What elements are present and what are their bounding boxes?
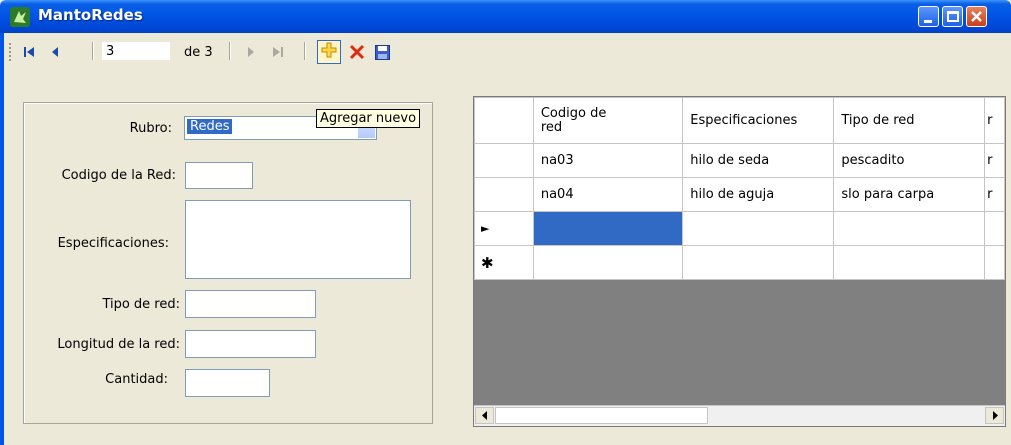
grid-corner-header[interactable] — [474, 97, 534, 144]
longitud-label: Longitud de la red: — [57, 337, 180, 352]
especificaciones-label: Especificaciones: — [57, 236, 169, 251]
especificaciones-field[interactable] — [185, 200, 411, 279]
scroll-thumb[interactable] — [495, 407, 708, 424]
toolbar-separator — [304, 42, 306, 60]
table-cell[interactable] — [984, 245, 1005, 280]
table-row[interactable]: na03 hilo de seda pescadito r — [474, 143, 1005, 178]
scroll-right-icon[interactable] — [985, 407, 1004, 424]
data-grid[interactable]: Codigo de red Especificaciones Tipo de r… — [473, 96, 1006, 427]
cantidad-field[interactable] — [185, 369, 270, 397]
window-frame — [0, 33, 4, 445]
rubro-label: Rubro: — [129, 121, 172, 136]
table-cell[interactable] — [682, 245, 835, 280]
toolbar-separator — [229, 42, 231, 60]
scroll-left-icon[interactable] — [475, 407, 494, 424]
table-cell[interactable]: slo para carpa — [833, 177, 986, 212]
codigo-field[interactable] — [185, 162, 253, 189]
rubro-selected-value: Redes — [187, 119, 233, 134]
delete-icon[interactable] — [345, 41, 369, 63]
column-header-especificaciones[interactable]: Especificaciones — [682, 97, 835, 144]
table-cell[interactable]: hilo de seda — [682, 143, 835, 178]
table-cell[interactable] — [833, 211, 986, 246]
toolbar-grip[interactable] — [9, 43, 11, 61]
column-header-partial[interactable]: r — [984, 97, 1005, 144]
tipo-field[interactable] — [185, 290, 316, 318]
horizontal-scrollbar[interactable] — [474, 405, 1005, 426]
save-icon[interactable] — [370, 41, 394, 63]
binding-navigator: de 3 — [4, 33, 1011, 69]
toolbar-separator — [92, 42, 94, 60]
cantidad-label: Cantidad: — [105, 372, 168, 387]
codigo-label: Codigo de la Red: — [61, 168, 176, 183]
grid-table: Codigo de red Especificaciones Tipo de r… — [474, 97, 1005, 280]
move-first-icon[interactable] — [18, 41, 40, 63]
current-row[interactable]: ► — [474, 211, 1005, 246]
tipo-label: Tipo de red: — [102, 297, 180, 312]
maximize-icon[interactable] — [942, 6, 963, 27]
table-cell[interactable] — [682, 211, 835, 246]
table-cell[interactable]: pescadito — [833, 143, 986, 178]
table-cell[interactable] — [833, 245, 986, 280]
table-cell[interactable]: r — [984, 177, 1005, 212]
column-header-tipo[interactable]: Tipo de red — [833, 97, 986, 144]
table-row[interactable]: na04 hilo de aguja slo para carpa r — [474, 177, 1005, 212]
app-icon[interactable] — [10, 7, 30, 27]
longitud-field[interactable] — [185, 330, 316, 358]
position-input[interactable] — [102, 42, 170, 60]
count-label: de 3 — [184, 45, 213, 60]
table-cell[interactable] — [532, 245, 684, 280]
add-new-button[interactable] — [317, 40, 341, 64]
move-last-icon[interactable] — [267, 41, 289, 63]
add-new-icon — [321, 42, 337, 62]
table-cell[interactable]: na03 — [532, 143, 684, 178]
table-cell[interactable] — [984, 211, 1005, 246]
title-bar[interactable]: MantoRedes — [0, 0, 1011, 33]
table-cell[interactable]: hilo de aguja — [682, 177, 835, 212]
new-row[interactable]: ✱ — [474, 245, 1005, 280]
row-header[interactable] — [474, 177, 534, 212]
row-header[interactable] — [474, 143, 534, 178]
move-next-icon[interactable] — [240, 41, 262, 63]
selected-cell[interactable] — [532, 211, 684, 246]
table-cell[interactable]: r — [984, 143, 1005, 178]
close-icon[interactable] — [966, 6, 987, 27]
window-title: MantoRedes — [38, 6, 143, 24]
tooltip: Agregar nuevo — [316, 109, 421, 128]
table-cell[interactable]: na04 — [532, 177, 684, 212]
column-header-codigo[interactable]: Codigo de red — [532, 97, 684, 144]
minimize-icon[interactable] — [918, 6, 939, 27]
current-row-marker-icon[interactable]: ► — [474, 211, 534, 246]
move-previous-icon[interactable] — [44, 41, 66, 63]
new-row-marker-icon[interactable]: ✱ — [474, 245, 534, 280]
